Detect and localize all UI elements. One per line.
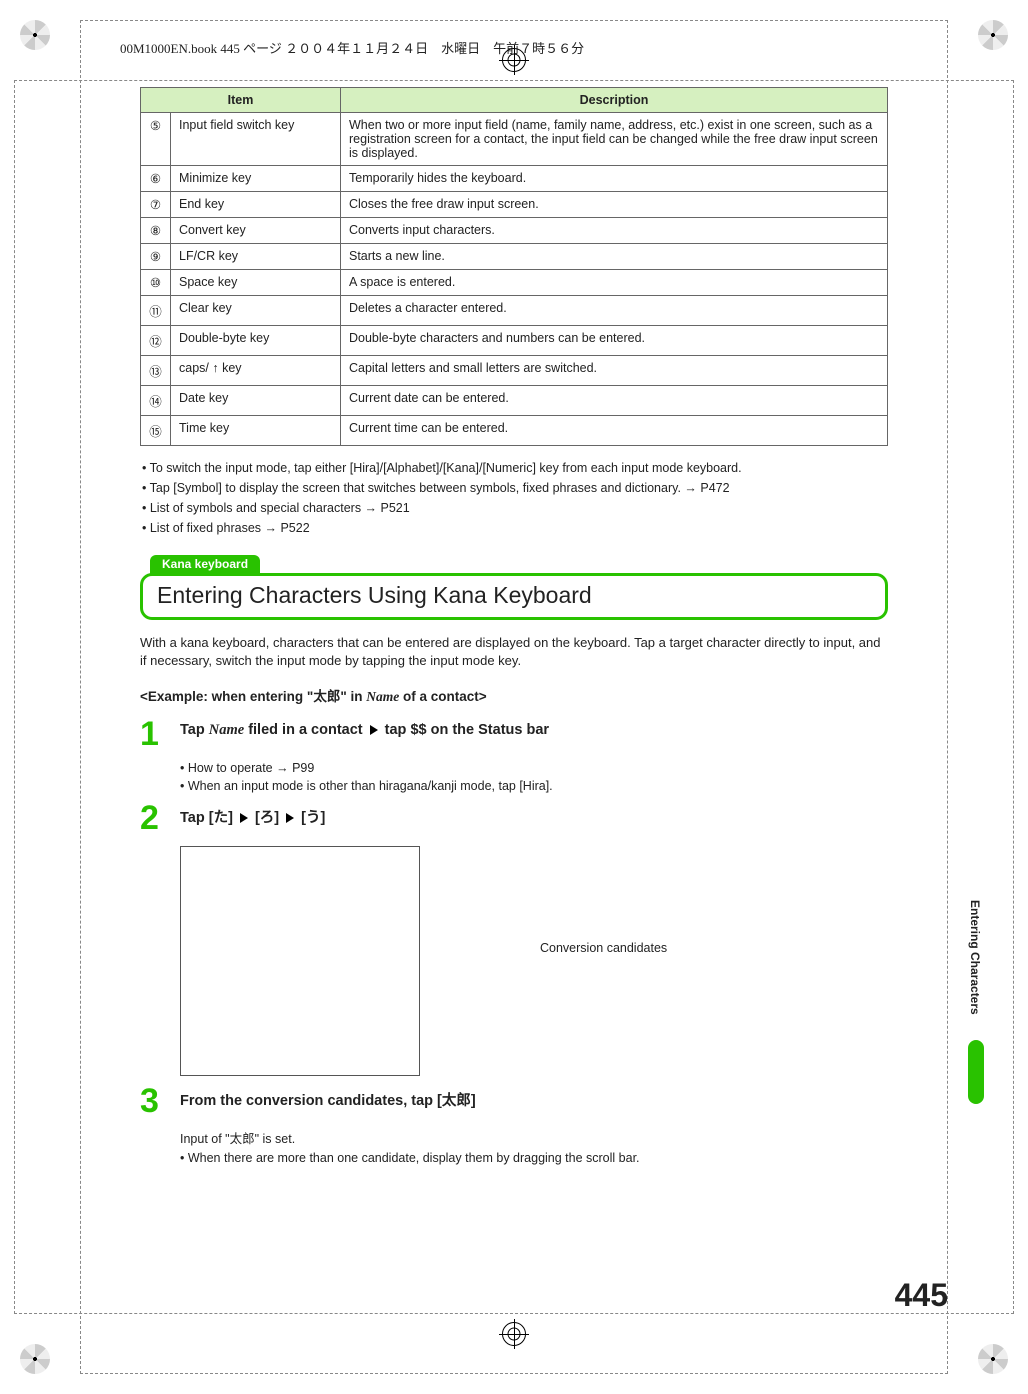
note-item: To switch the input mode, tap either [Hi… bbox=[140, 460, 888, 477]
row-item: Clear key bbox=[171, 296, 341, 326]
row-item: Input field switch key bbox=[171, 113, 341, 166]
row-number: ⑧ bbox=[141, 218, 171, 244]
row-item: Double-byte key bbox=[171, 326, 341, 356]
example-mid: " in bbox=[340, 689, 366, 704]
row-description: Capital letters and small letters are sw… bbox=[341, 356, 888, 386]
arrow-right-icon bbox=[286, 813, 294, 823]
key-description-table: Item Description ⑤Input field switch key… bbox=[140, 87, 888, 446]
registration-circle-icon bbox=[20, 20, 50, 50]
table-row: ⑪Clear keyDeletes a character entered. bbox=[141, 296, 888, 326]
candidates-label: Conversion candidates bbox=[540, 941, 667, 955]
page: 00M1000EN.book 445 ページ ２００４年１１月２４日 水曜日 午… bbox=[0, 0, 1028, 1394]
row-number: ⑪ bbox=[141, 296, 171, 326]
note-item: List of fixed phrases → P522 bbox=[140, 520, 888, 537]
step2-figure-wrap: Conversion candidates bbox=[140, 846, 888, 1076]
row-number: ⑥ bbox=[141, 166, 171, 192]
row-description: Converts input characters. bbox=[341, 218, 888, 244]
step-number: 2 bbox=[140, 803, 180, 834]
row-number: ⑦ bbox=[141, 192, 171, 218]
row-item: Time key bbox=[171, 416, 341, 446]
screenshot-placeholder bbox=[180, 846, 420, 1076]
row-description: Temporarily hides the keyboard. bbox=[341, 166, 888, 192]
table-row: ⑬caps/ ↑ keyCapital letters and small le… bbox=[141, 356, 888, 386]
table-row: ⑦End keyCloses the free draw input scree… bbox=[141, 192, 888, 218]
step-2: 2 Tap [た] [ろ] [う] bbox=[140, 803, 888, 834]
example-name: 太郎 bbox=[313, 689, 340, 704]
col-item-header: Item bbox=[141, 88, 341, 113]
step-number: 3 bbox=[140, 1086, 180, 1117]
table-row: ⑩Space keyA space is entered. bbox=[141, 270, 888, 296]
row-description: Starts a new line. bbox=[341, 244, 888, 270]
side-accent bbox=[968, 1040, 984, 1104]
notes-list: To switch the input mode, tap either [Hi… bbox=[140, 460, 888, 537]
step-sub: When an input mode is other than hiragan… bbox=[180, 779, 888, 793]
row-description: When two or more input field (name, fami… bbox=[341, 113, 888, 166]
step-3: 3 From the conversion candidates, tap [太… bbox=[140, 1086, 888, 1117]
col-desc-header: Description bbox=[341, 88, 888, 113]
step-body: Tap [た] [ろ] [う] bbox=[180, 803, 888, 827]
example-suffix: of a contact> bbox=[399, 689, 486, 704]
table-header-row: Item Description bbox=[141, 88, 888, 113]
row-number: ⑩ bbox=[141, 270, 171, 296]
table-row: ⑮Time keyCurrent time can be entered. bbox=[141, 416, 888, 446]
step-sub: How to operate → P99 bbox=[180, 761, 888, 775]
row-description: Current time can be entered. bbox=[341, 416, 888, 446]
step-1: 1 Tap Name filed in a contact tap $$ on … bbox=[140, 719, 888, 750]
step-body: Tap Name filed in a contact tap $$ on th… bbox=[180, 719, 888, 739]
row-item: Date key bbox=[171, 386, 341, 416]
row-description: Deletes a character entered. bbox=[341, 296, 888, 326]
note-item: List of symbols and special characters →… bbox=[140, 500, 888, 517]
row-number: ⑫ bbox=[141, 326, 171, 356]
registration-circle-icon bbox=[978, 20, 1008, 50]
side-section-label: Entering Characters bbox=[968, 900, 982, 1015]
section-header: Kana keyboard Entering Characters Using … bbox=[140, 555, 888, 620]
section-tab: Kana keyboard bbox=[150, 555, 260, 575]
row-description: Current date can be entered. bbox=[341, 386, 888, 416]
note-item: Tap [Symbol] to display the screen that … bbox=[140, 480, 888, 497]
row-item: Convert key bbox=[171, 218, 341, 244]
intro-paragraph: With a kana keyboard, characters that ca… bbox=[140, 634, 888, 672]
table-row: ⑨LF/CR keyStarts a new line. bbox=[141, 244, 888, 270]
row-description: A space is entered. bbox=[341, 270, 888, 296]
table-row: ⑫Double-byte keyDouble-byte characters a… bbox=[141, 326, 888, 356]
example-italic: Name bbox=[366, 689, 399, 704]
row-number: ⑮ bbox=[141, 416, 171, 446]
step-number: 1 bbox=[140, 719, 180, 750]
row-description: Closes the free draw input screen. bbox=[341, 192, 888, 218]
section-title: Entering Characters Using Kana Keyboard bbox=[140, 573, 888, 620]
row-item: LF/CR key bbox=[171, 244, 341, 270]
example-prefix: <Example: when entering " bbox=[140, 689, 313, 704]
row-item: Minimize key bbox=[171, 166, 341, 192]
arrow-right-icon bbox=[370, 725, 378, 735]
content-area: Item Description ⑤Input field switch key… bbox=[60, 67, 968, 1165]
bottom-center-target bbox=[499, 1319, 529, 1349]
registration-circle-icon bbox=[978, 1344, 1008, 1374]
registration-target-icon bbox=[499, 1319, 529, 1349]
registration-circle-icon bbox=[20, 1344, 50, 1374]
step3-result: Input of "太郎" is set. bbox=[180, 1128, 888, 1147]
table-row: ⑭Date keyCurrent date can be entered. bbox=[141, 386, 888, 416]
row-item: End key bbox=[171, 192, 341, 218]
example-line: <Example: when entering "太郎" in Name of … bbox=[140, 685, 888, 705]
table-row: ⑧Convert keyConverts input characters. bbox=[141, 218, 888, 244]
table-row: ⑤Input field switch keyWhen two or more … bbox=[141, 113, 888, 166]
row-description: Double-byte characters and numbers can b… bbox=[341, 326, 888, 356]
step-body: From the conversion candidates, tap [太郎] bbox=[180, 1086, 888, 1110]
page-number: 445 bbox=[895, 1277, 948, 1314]
row-number: ⑨ bbox=[141, 244, 171, 270]
step-sub: When there are more than one candidate, … bbox=[180, 1151, 888, 1165]
row-number: ⑬ bbox=[141, 356, 171, 386]
table-row: ⑥Minimize keyTemporarily hides the keybo… bbox=[141, 166, 888, 192]
arrow-right-icon bbox=[240, 813, 248, 823]
row-item: caps/ ↑ key bbox=[171, 356, 341, 386]
row-number: ⑤ bbox=[141, 113, 171, 166]
row-number: ⑭ bbox=[141, 386, 171, 416]
name-italic: Name bbox=[209, 722, 244, 738]
row-item: Space key bbox=[171, 270, 341, 296]
